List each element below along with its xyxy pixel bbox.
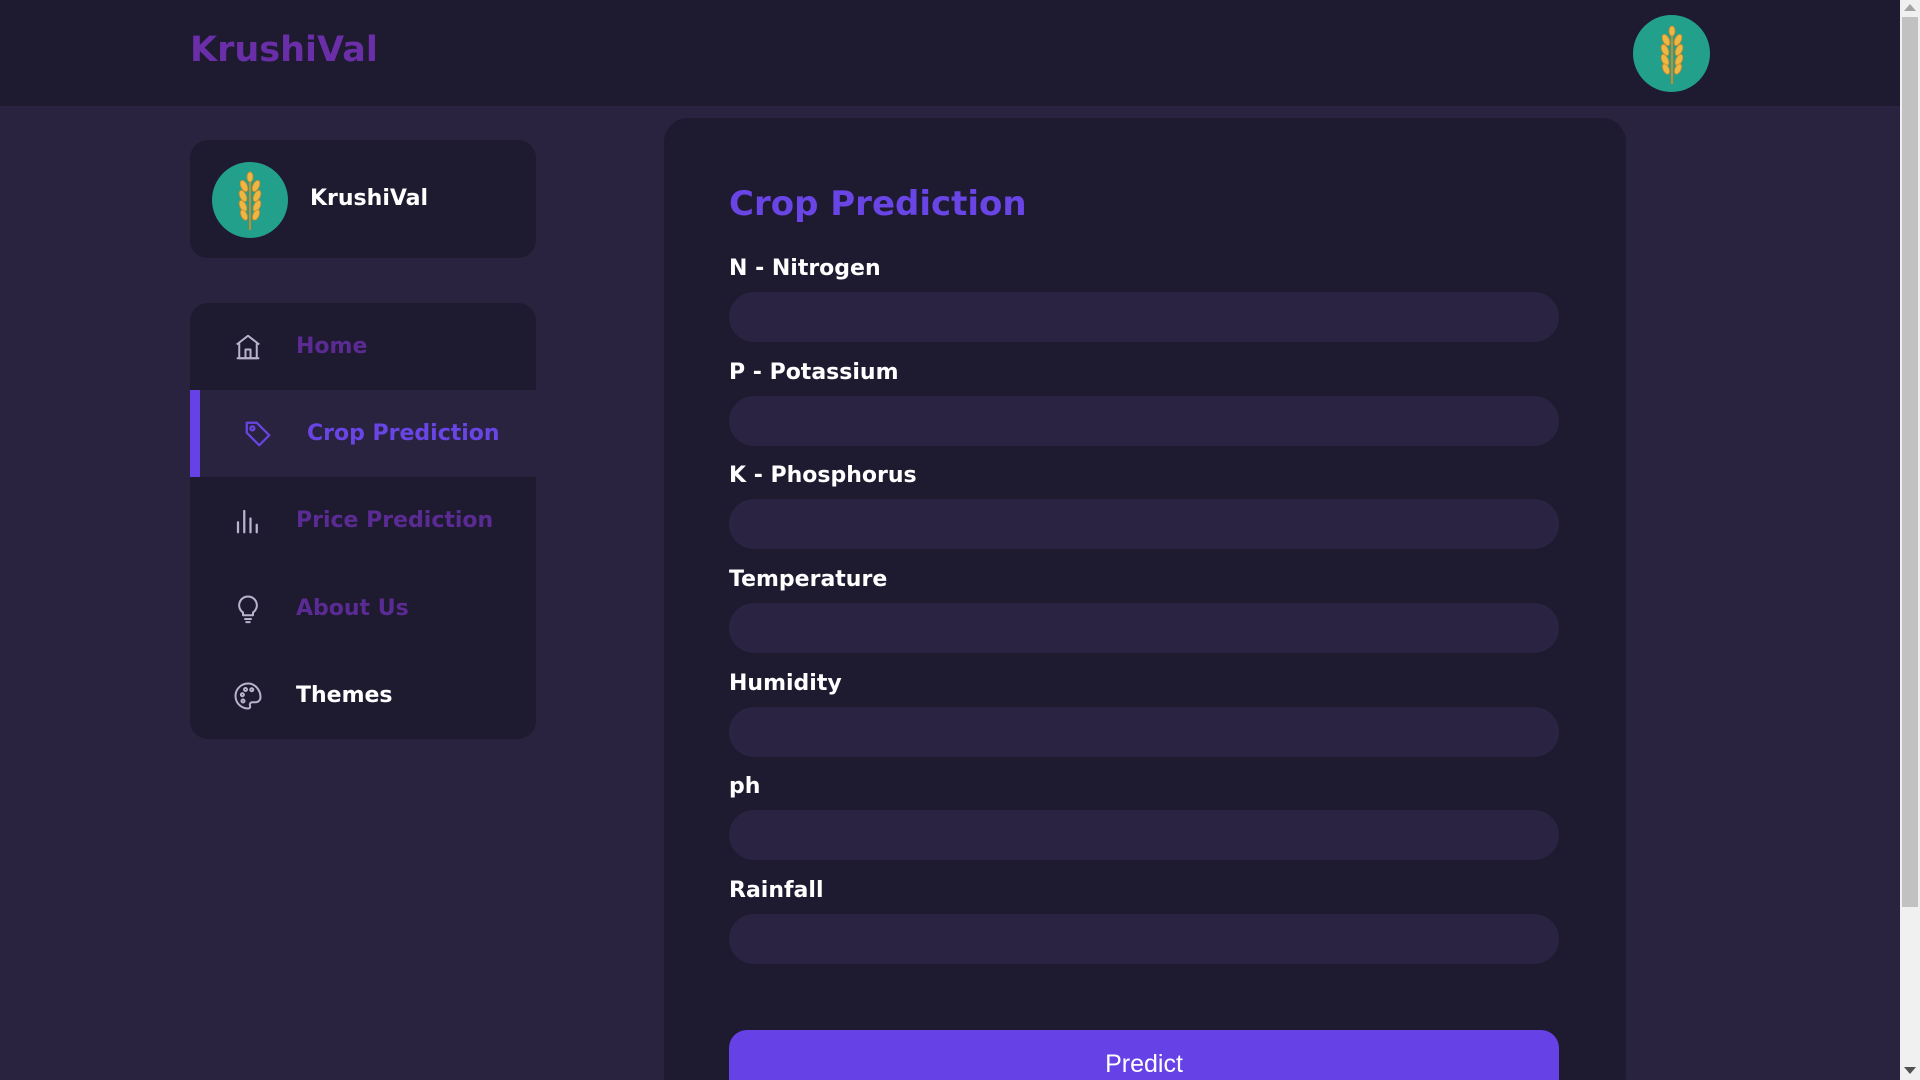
rainfall-input[interactable] [729,914,1559,964]
rainfall-label: Rainfall [729,878,824,903]
sidebar-item-home[interactable]: Home [190,303,536,390]
user-avatar[interactable] [1633,15,1710,92]
palette-icon [232,680,264,712]
potassium-label: P - Potassium [729,360,899,385]
sidebar-item-label: Crop Prediction [307,421,500,446]
sidebar-item-price-prediction[interactable]: Price Prediction [190,477,536,564]
profile-name: KrushiVal [310,186,429,211]
sidebar-item-crop-prediction[interactable]: Crop Prediction [190,390,536,477]
tag-icon [242,418,274,450]
sidebar-item-label: Themes [296,683,393,708]
sidebar-item-label: Price Prediction [296,508,494,533]
profile-avatar [212,162,288,238]
sidebar-item-label: About Us [296,596,409,621]
scrollbar-thumb[interactable] [1902,17,1918,907]
wheat-icon [238,171,262,230]
sidebar-nav: Home Crop Prediction Price Prediction Ab… [190,303,536,739]
ph-label: ph [729,774,761,799]
profile-card: KrushiVal [190,140,536,258]
scroll-up-arrow-icon[interactable] [1904,4,1916,11]
temperature-input[interactable] [729,603,1559,653]
temperature-label: Temperature [729,567,888,592]
humidity-input[interactable] [729,707,1559,757]
sidebar-item-themes[interactable]: Themes [190,652,536,739]
potassium-input[interactable] [729,396,1559,446]
brand-logo-text[interactable]: KrushiVal [190,30,378,70]
ph-input[interactable] [729,810,1559,860]
nitrogen-label: N - Nitrogen [729,256,881,281]
predict-button[interactable]: Predict [729,1030,1559,1080]
bar-chart-icon [232,505,264,537]
crop-prediction-panel: Crop Prediction N - Nitrogen P - Potassi… [664,118,1626,1080]
scroll-down-arrow-icon[interactable] [1904,1067,1916,1074]
phosphorus-label: K - Phosphorus [729,463,917,488]
top-bar: KrushiVal [0,0,1900,106]
phosphorus-input[interactable] [729,499,1559,549]
active-indicator [190,390,200,477]
nitrogen-input[interactable] [729,292,1559,342]
wheat-icon [1660,25,1683,84]
page-scrollbar[interactable] [1900,0,1920,1080]
home-icon [232,331,264,363]
sidebar-item-label: Home [296,334,368,359]
humidity-label: Humidity [729,671,842,696]
lightbulb-icon [232,593,264,625]
sidebar-item-about-us[interactable]: About Us [190,565,536,652]
page-title: Crop Prediction [729,184,1027,224]
